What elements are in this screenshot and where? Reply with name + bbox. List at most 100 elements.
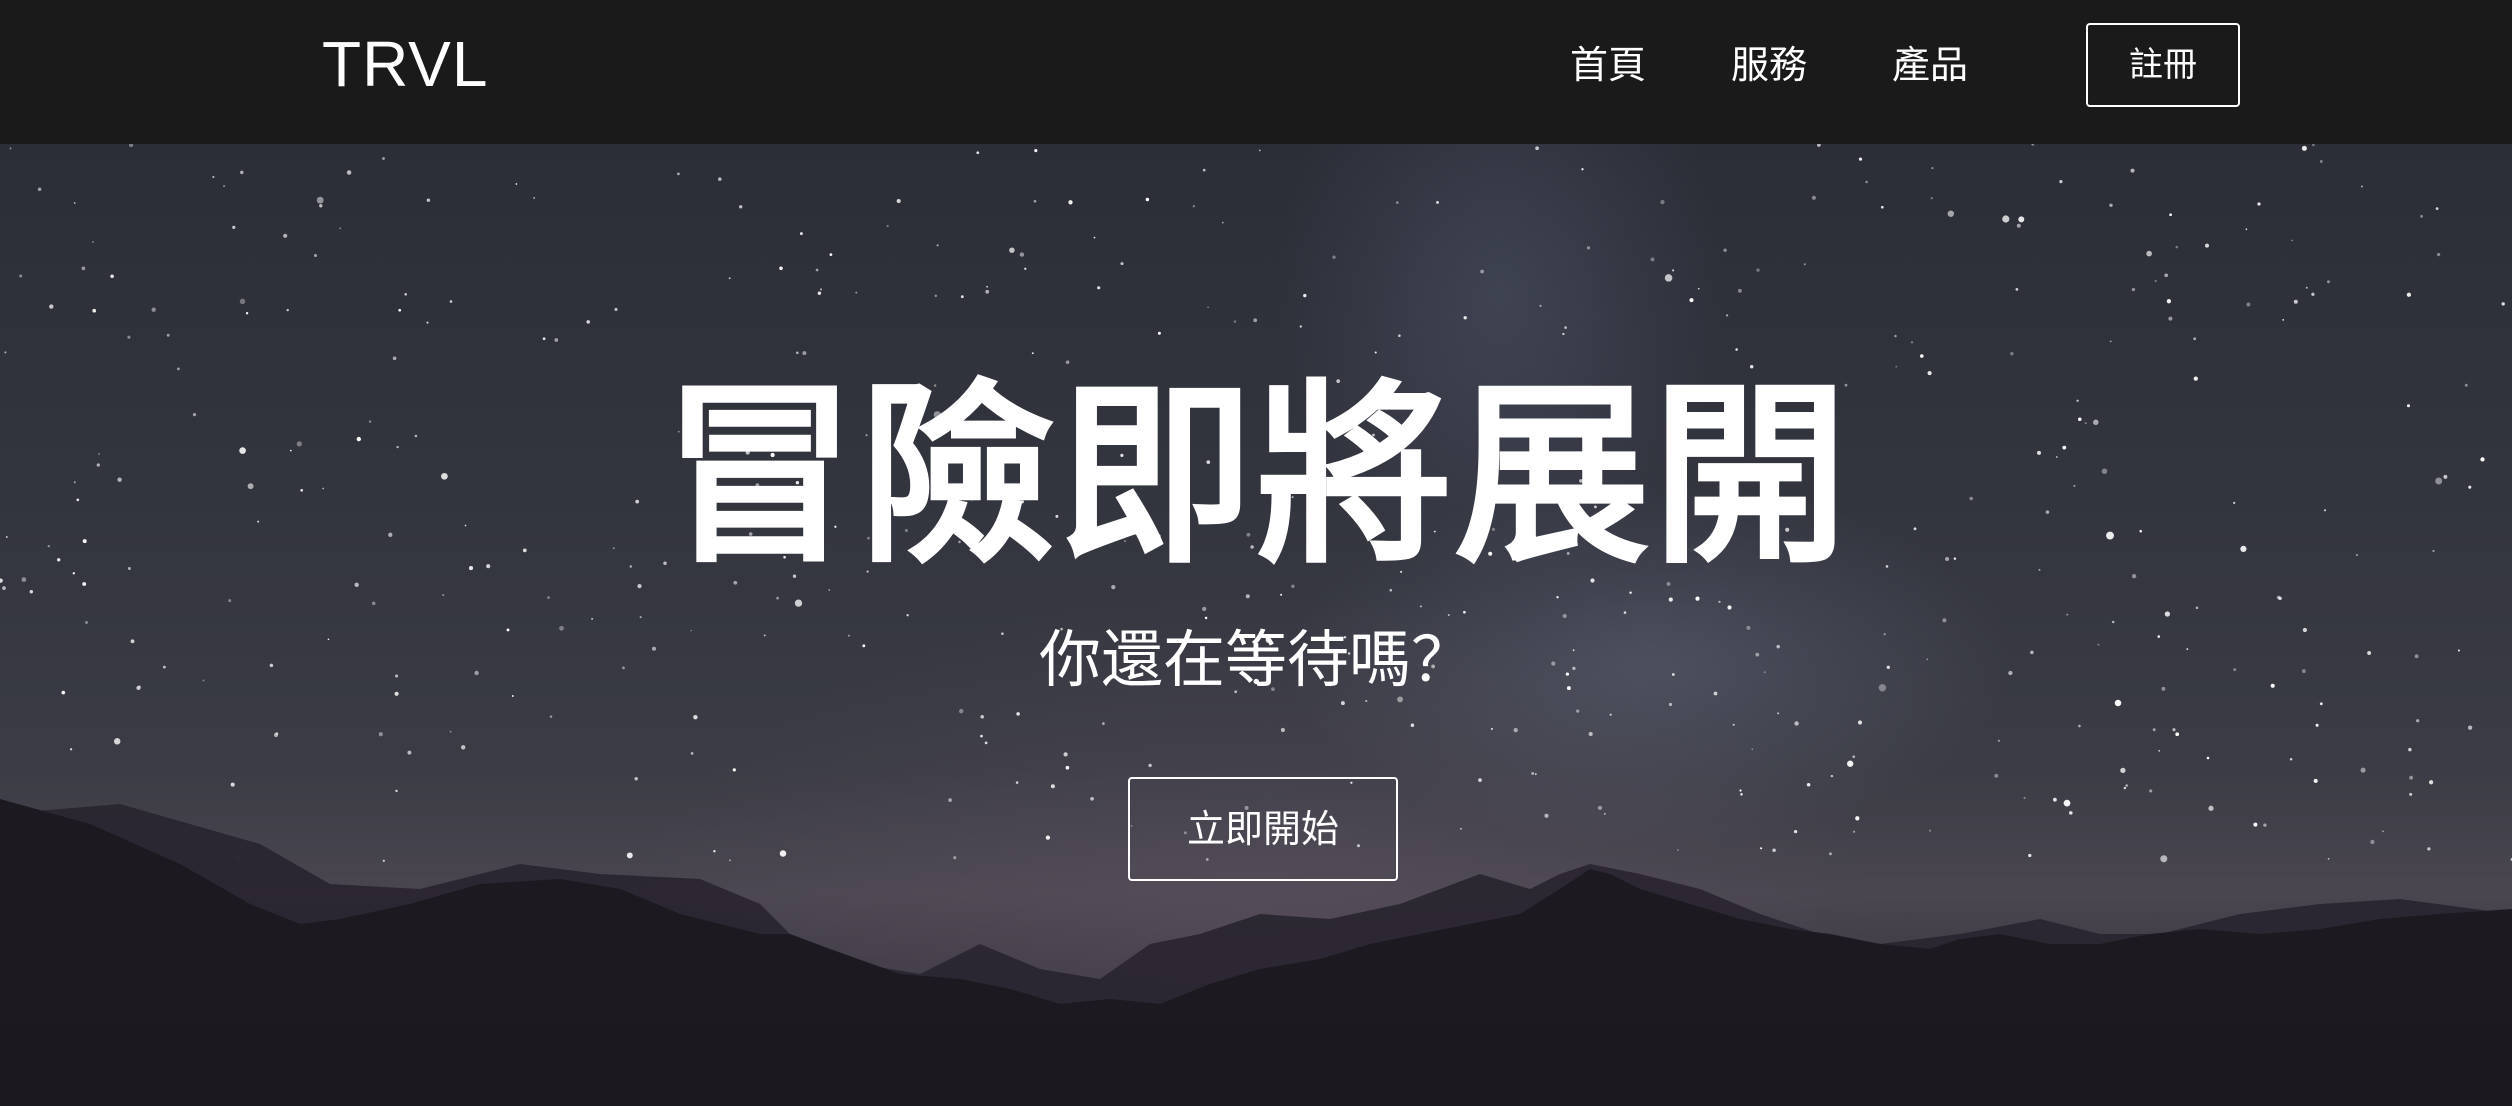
signup-button[interactable]: 註冊 bbox=[2086, 23, 2240, 107]
star bbox=[1829, 852, 1832, 856]
star bbox=[1478, 778, 1482, 782]
star bbox=[228, 599, 232, 603]
star bbox=[230, 782, 235, 787]
star bbox=[1576, 709, 1580, 713]
star bbox=[2312, 144, 2315, 147]
star bbox=[948, 798, 952, 802]
star bbox=[829, 253, 833, 256]
star bbox=[2416, 719, 2420, 723]
star bbox=[286, 308, 289, 312]
star bbox=[316, 196, 324, 204]
star bbox=[1034, 149, 1038, 153]
star bbox=[1202, 168, 1206, 172]
star bbox=[2382, 830, 2384, 833]
star bbox=[1556, 596, 1559, 599]
star bbox=[634, 776, 638, 781]
star bbox=[1157, 331, 1161, 335]
star bbox=[1760, 847, 1763, 850]
star bbox=[1019, 252, 1025, 257]
star bbox=[2195, 606, 2199, 610]
star bbox=[2305, 286, 2308, 289]
star bbox=[1050, 784, 1055, 789]
star bbox=[1065, 765, 1070, 770]
star bbox=[677, 172, 680, 176]
star bbox=[1374, 351, 1377, 354]
star bbox=[2125, 784, 2128, 787]
star bbox=[1564, 326, 1567, 329]
star bbox=[1689, 298, 1694, 303]
star bbox=[1463, 610, 1466, 614]
star bbox=[2131, 287, 2136, 292]
star bbox=[4, 351, 7, 354]
star bbox=[2069, 811, 2073, 815]
star bbox=[2370, 839, 2375, 845]
star bbox=[1858, 157, 1863, 161]
star bbox=[2245, 228, 2248, 230]
star bbox=[1192, 205, 1195, 208]
star bbox=[426, 321, 429, 324]
star bbox=[2193, 337, 2197, 341]
star bbox=[395, 789, 398, 793]
star bbox=[1365, 699, 1368, 703]
star bbox=[73, 202, 76, 204]
star bbox=[2406, 292, 2412, 297]
star bbox=[639, 616, 642, 619]
star bbox=[442, 594, 445, 597]
star bbox=[1009, 247, 1015, 253]
star bbox=[986, 285, 988, 288]
star bbox=[1419, 605, 1422, 608]
star bbox=[2120, 767, 2126, 774]
star bbox=[2257, 202, 2261, 206]
star bbox=[9, 147, 12, 150]
star bbox=[2315, 723, 2319, 727]
star bbox=[2031, 144, 2035, 146]
star bbox=[1280, 727, 1285, 733]
star bbox=[1880, 205, 1884, 209]
star bbox=[426, 198, 431, 202]
star bbox=[1562, 332, 1565, 336]
star bbox=[166, 333, 170, 337]
star bbox=[1340, 701, 1345, 706]
star bbox=[1245, 594, 1250, 599]
star bbox=[953, 856, 957, 860]
star bbox=[2263, 823, 2267, 827]
star bbox=[461, 745, 466, 750]
star bbox=[2158, 749, 2161, 752]
star bbox=[1024, 267, 1027, 270]
nav-link-services[interactable]: 服務 bbox=[1731, 40, 1807, 90]
star bbox=[2435, 207, 2439, 210]
star bbox=[1531, 771, 1535, 775]
star bbox=[2059, 180, 2063, 184]
star bbox=[1063, 752, 1068, 757]
star bbox=[1919, 354, 1924, 358]
star bbox=[1015, 781, 1019, 784]
star bbox=[1857, 720, 1863, 725]
star bbox=[1447, 613, 1450, 617]
star bbox=[1597, 805, 1603, 810]
star bbox=[151, 307, 156, 312]
star bbox=[1793, 829, 1798, 834]
star bbox=[1852, 755, 1855, 758]
star bbox=[49, 304, 54, 309]
star bbox=[799, 232, 803, 236]
star bbox=[819, 288, 823, 291]
star bbox=[1033, 199, 1037, 203]
star bbox=[1865, 180, 1868, 184]
star bbox=[1588, 731, 1593, 737]
star bbox=[2154, 279, 2157, 283]
star bbox=[2053, 797, 2057, 802]
star bbox=[2114, 699, 2122, 707]
star bbox=[1994, 773, 1999, 778]
nav-link-home[interactable]: 首頁 bbox=[1570, 40, 1646, 90]
star bbox=[2253, 822, 2258, 827]
hero-title: 冒險即將展開 bbox=[661, 363, 1850, 591]
star bbox=[81, 266, 86, 271]
star bbox=[2319, 160, 2323, 163]
star bbox=[275, 732, 279, 735]
star bbox=[1396, 201, 1399, 204]
star bbox=[2123, 786, 2127, 790]
nav-link-products[interactable]: 產品 bbox=[1892, 40, 1968, 90]
get-started-button[interactable]: 立即開始 bbox=[1128, 777, 1398, 881]
logo[interactable]: TRVL bbox=[322, 26, 488, 102]
star bbox=[2278, 596, 2282, 601]
